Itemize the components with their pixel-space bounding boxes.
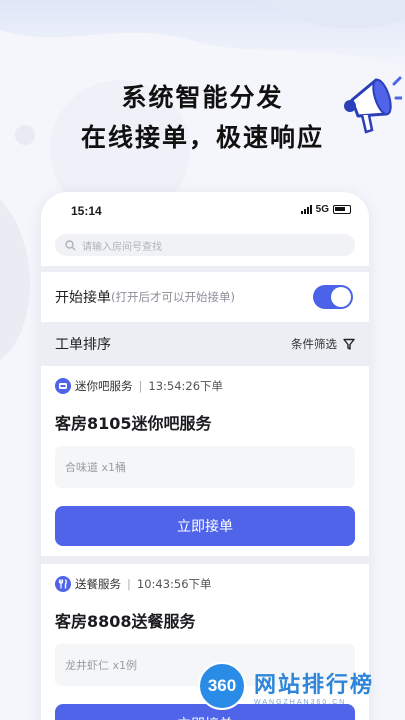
top-bar: 15:14 5G 请输入房间号查找: [41, 192, 369, 266]
filter-icon: [343, 338, 355, 350]
phone-screen: 15:14 5G 请输入房间号查找 开始接单 (打开后才可以开始接单) 工单排序…: [41, 192, 369, 720]
order-card: 迷你吧服务 | 13:54:26下单 客房8105迷你吧服务 合味道 x1桶 立…: [41, 366, 369, 556]
filter-label: 条件筛选: [291, 337, 337, 351]
watermark-title: 网站排行榜: [254, 672, 375, 698]
toggle-knob: [331, 287, 351, 307]
service-type: 迷你吧服务: [75, 379, 133, 393]
order-header: 迷你吧服务 | 13:54:26下单: [55, 366, 355, 406]
search-placeholder: 请输入房间号查找: [82, 241, 162, 253]
accept-order-button[interactable]: 立即接单: [55, 506, 355, 546]
order-item: 合味道 x1桶: [55, 446, 355, 488]
order-time: 10:43:56下单: [136, 577, 212, 591]
order-header: 送餐服务 | 10:43:56下单: [55, 564, 355, 604]
search-icon: [65, 239, 76, 250]
order-time: 13:54:26下单: [148, 379, 224, 393]
minibar-icon: [55, 378, 71, 394]
start-orders-row: 开始接单 (打开后才可以开始接单): [41, 272, 369, 322]
start-orders-toggle[interactable]: [313, 285, 353, 309]
food-delivery-icon: [55, 576, 71, 592]
signal-icon: [300, 205, 312, 214]
start-orders-hint: (打开后才可以开始接单): [111, 290, 235, 304]
watermark-subtitle: WANGZHAN360.CN: [254, 698, 347, 706]
start-orders-label: 开始接单: [55, 290, 111, 306]
watermark: 360 网站排行榜 WANGZHAN360.CN: [198, 662, 374, 710]
battery-icon: [333, 205, 351, 214]
network-label: 5G: [315, 204, 329, 215]
search-input[interactable]: 请输入房间号查找: [55, 234, 355, 256]
order-title: 客房8808送餐服务: [55, 612, 196, 631]
watermark-logo: 360: [198, 662, 246, 710]
status-time: 15:14: [71, 204, 102, 218]
status-indicators: 5G: [300, 204, 351, 215]
sort-label[interactable]: 工单排序: [55, 334, 111, 354]
megaphone-icon: [344, 76, 402, 134]
service-type: 送餐服务: [75, 577, 121, 591]
order-title: 客房8105迷你吧服务: [55, 414, 212, 433]
filter-button[interactable]: 条件筛选: [291, 336, 355, 352]
sort-bar: 工单排序 条件筛选: [41, 322, 369, 366]
